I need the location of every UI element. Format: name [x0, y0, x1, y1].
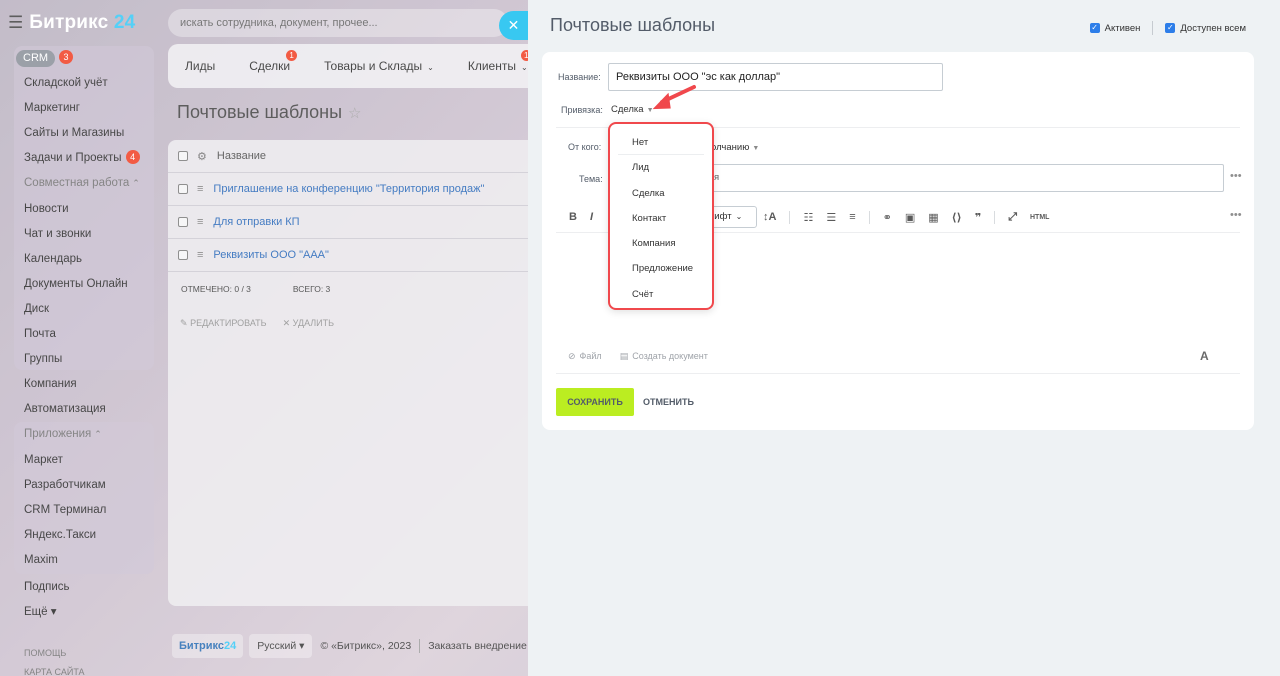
attachments-bar: ⊘ Файл ▤ Создать документ [568, 351, 708, 362]
document-icon: ▤ [619, 351, 629, 361]
chevron-down-icon: ⌄ [735, 212, 743, 221]
divider [789, 210, 791, 224]
bold-icon[interactable]: B [569, 211, 577, 223]
dropdown-item-lead[interactable]: Лид [610, 155, 712, 180]
fullscreen-icon[interactable]: ⤢ [1008, 211, 1017, 224]
bulleted-list-icon[interactable]: ☰ [826, 211, 836, 224]
file-button[interactable]: ⊘ Файл [568, 351, 602, 362]
bind-dropdown-menu: Нет Лид Сделка Контакт Компания Предложе… [608, 122, 714, 310]
active-checkbox[interactable]: ✓ [1089, 23, 1100, 33]
html-icon[interactable]: HTML [1030, 214, 1049, 221]
cancel-button[interactable]: ОТМЕНИТЬ [643, 388, 694, 416]
more-icon[interactable]: ••• [1230, 170, 1242, 182]
from-label: От кого: [568, 142, 602, 152]
subject-label: Тема: [579, 174, 603, 184]
dropdown-item-company[interactable]: Компания [610, 231, 712, 256]
table-icon[interactable]: ▦ [928, 211, 938, 224]
quote-icon[interactable]: ❞ [975, 211, 981, 224]
overlay-dim [0, 0, 528, 676]
from-select[interactable]: олчанию ▼ [711, 142, 759, 153]
divider [556, 373, 1240, 374]
dropdown-item-none[interactable]: Нет [618, 130, 704, 156]
divider [1152, 21, 1154, 35]
close-icon[interactable]: ✕ [499, 11, 528, 40]
dropdown-item-contact[interactable]: Контакт [610, 206, 712, 231]
create-document-button[interactable]: ▤ Создать документ [620, 351, 708, 362]
code-icon[interactable]: ⟨⟩ [952, 211, 962, 224]
name-label: Название: [558, 72, 601, 82]
image-icon[interactable]: ▣ [905, 211, 915, 224]
divider [868, 210, 870, 224]
annotation-arrow-icon [652, 85, 696, 110]
active-label: Активен [1104, 22, 1141, 34]
numbered-list-icon[interactable]: ☷ [803, 211, 813, 224]
link-icon[interactable]: ⚭ [883, 211, 892, 224]
available-label: Доступен всем [1180, 22, 1246, 34]
divider [994, 210, 996, 224]
font-size-icon[interactable]: ↕A [763, 211, 776, 223]
text-format-icon[interactable]: A [1200, 349, 1209, 363]
paperclip-icon: ⊘ [568, 351, 576, 361]
save-button[interactable]: СОХРАНИТЬ [556, 388, 634, 416]
align-icon[interactable]: ≡ [849, 211, 855, 223]
available-checkbox[interactable]: ✓ [1165, 23, 1176, 33]
chevron-down-icon: ▼ [752, 145, 760, 152]
italic-icon[interactable]: I [590, 211, 593, 223]
slider-options: ✓ Активен ✓ Доступен всем [1089, 21, 1246, 35]
more-icon[interactable]: ••• [1230, 209, 1242, 221]
dropdown-item-deal[interactable]: Сделка [610, 181, 712, 206]
dropdown-item-invoice[interactable]: Счёт [610, 282, 712, 307]
bind-label: Привязка: [561, 105, 603, 115]
dropdown-item-offer[interactable]: Предложение [610, 256, 712, 281]
editor-toolbar-right: ↕A ☷ ☰ ≡ ⚭ ▣ ▦ ⟨⟩ ❞ ⤢ HTML [763, 208, 1062, 226]
slider-title: Почтовые шаблоны [550, 15, 716, 35]
editor-toolbar: B I [569, 208, 606, 226]
template-editor-slider: Почтовые шаблоны ✓ Активен ✓ Доступен вс… [528, 0, 1280, 676]
